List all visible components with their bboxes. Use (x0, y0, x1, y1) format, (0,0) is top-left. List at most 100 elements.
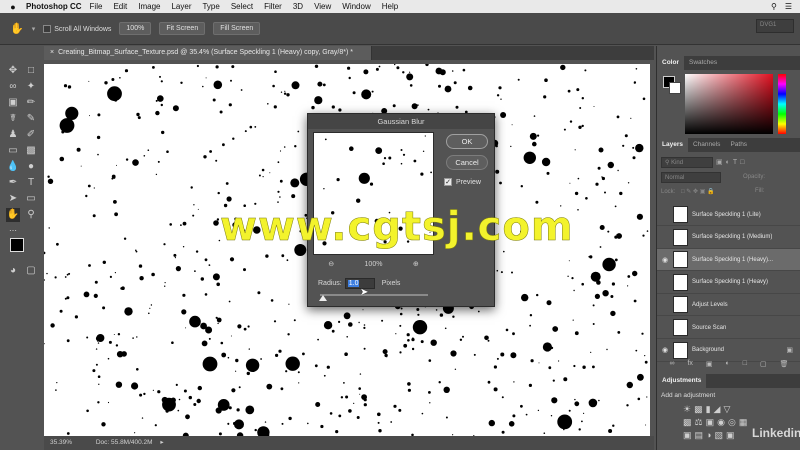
menu-view[interactable]: View (314, 2, 331, 11)
new-group-icon[interactable]: □ (743, 360, 747, 370)
menu-edit[interactable]: Edit (113, 2, 127, 11)
layer-row[interactable]: Source Scan (657, 317, 800, 339)
link-layers-icon[interactable]: ∞ (669, 360, 674, 370)
zoom-in-icon[interactable]: ⊕ (413, 260, 419, 268)
healing-brush-icon[interactable]: ☤ (6, 112, 20, 126)
menu-layer[interactable]: Layer (171, 2, 191, 11)
lock-icons[interactable]: □ ✎ ✥ ▣ 🔒 (681, 189, 715, 195)
invert-icon[interactable]: ▣ (683, 430, 695, 440)
workspace-selector[interactable]: DVG1 (756, 19, 794, 33)
layer-row[interactable]: Surface Speckling 1 (Medium) (657, 227, 800, 249)
status-arrow-icon[interactable]: ▸ (160, 439, 163, 446)
preview-option[interactable]: ✓ Preview (444, 178, 481, 186)
menu-file[interactable]: File (90, 2, 103, 11)
add-mask-icon[interactable]: ▣ (706, 360, 713, 370)
channel-mixer-icon[interactable]: ◎ (728, 417, 739, 427)
adjust-filter-icon[interactable]: ◐ (726, 159, 730, 166)
fit-screen-button[interactable]: Fit Screen (159, 22, 206, 35)
move-tool-icon[interactable]: ✥ (6, 64, 20, 78)
path-selection-icon[interactable]: ➤ (6, 192, 20, 206)
filter-kind-select[interactable]: ⚲ Kind (661, 156, 713, 168)
selective-color-icon[interactable]: ▣ (726, 430, 738, 440)
tab-swatches[interactable]: Swatches (684, 56, 722, 70)
eyedropper-tool-icon[interactable]: ✏ (24, 96, 38, 110)
quick-mask-icon[interactable]: ◕ (6, 264, 20, 278)
quick-select-tool-icon[interactable]: ✦ (24, 80, 38, 94)
dodge-tool-icon[interactable]: ● (24, 160, 38, 174)
lasso-tool-icon[interactable]: ∞ (6, 80, 20, 94)
layer-row[interactable]: Surface Speckling 1 (Lite) (657, 204, 800, 226)
tab-paths[interactable]: Paths (725, 138, 752, 152)
gradient-map-icon[interactable]: ▧ (714, 430, 726, 440)
pixel-filter-icon[interactable]: ▣ (716, 158, 723, 166)
gradient-tool-icon[interactable]: ▩ (24, 144, 38, 158)
zoom-out-icon[interactable]: ⊖ (328, 260, 334, 268)
list-icon[interactable]: ☰ (785, 2, 792, 11)
curves-icon[interactable]: ▮ (706, 404, 714, 414)
ok-button[interactable]: OK (446, 134, 488, 149)
levels-icon[interactable]: ▩ (694, 404, 706, 414)
scroll-all-windows-checkbox[interactable] (43, 24, 52, 33)
type-filter-icon[interactable]: T (733, 159, 737, 166)
tool-preset-chevron-icon[interactable]: ▾ (32, 25, 36, 33)
search-icon[interactable]: ⚲ (771, 2, 777, 11)
brush-tool-icon[interactable]: ✎ (24, 112, 38, 126)
background-swatch-small[interactable] (669, 82, 681, 94)
menu-window[interactable]: Window (342, 2, 370, 11)
radius-slider-thumb[interactable] (319, 295, 327, 301)
menu-image[interactable]: Image (138, 2, 160, 11)
history-brush-icon[interactable]: ✐ (24, 128, 38, 142)
eraser-tool-icon[interactable]: ▭ (6, 144, 20, 158)
color-lookup-icon[interactable]: ▦ (739, 417, 751, 427)
tab-channels[interactable]: Channels (688, 138, 725, 152)
close-tab-icon[interactable]: × (50, 49, 54, 56)
layer-row[interactable]: Adjust Levels (657, 294, 800, 317)
visibility-eye-icon[interactable]: ◉ (657, 256, 673, 264)
fill-screen-button[interactable]: Fill Screen (213, 22, 261, 35)
layer-row[interactable]: ◉ Surface Speckling 1 (Heavy)... (657, 249, 800, 272)
layer-row[interactable]: ◉ Background ▣ (657, 340, 800, 362)
hand-tool-icon[interactable]: ✋ (6, 208, 20, 222)
color-picker-field[interactable] (685, 74, 773, 134)
marquee-tool-icon[interactable]: □ (24, 64, 38, 78)
apple-icon[interactable]: ● (6, 2, 20, 12)
more-tools-icon[interactable]: ⋯ (6, 224, 20, 238)
crop-tool-icon[interactable]: ▣ (6, 96, 20, 110)
black-white-icon[interactable]: ▣ (706, 417, 718, 427)
exposure-icon[interactable]: ◢ (714, 404, 724, 414)
cancel-button[interactable]: Cancel (446, 155, 488, 170)
photo-filter-icon[interactable]: ◉ (717, 417, 728, 427)
menu-3d[interactable]: 3D (293, 2, 303, 11)
hue-saturation-icon[interactable]: ▩ (683, 417, 695, 427)
scroll-all-windows-option[interactable]: Scroll All Windows (43, 24, 111, 33)
menu-filter[interactable]: Filter (264, 2, 282, 11)
shape-tool-icon[interactable]: ▭ (24, 192, 38, 206)
preview-checkbox[interactable]: ✓ (444, 178, 452, 186)
app-menu[interactable]: Photoshop CC (26, 2, 82, 11)
pen-tool-icon[interactable]: ✒ (6, 176, 20, 190)
new-layer-icon[interactable]: ▢ (760, 360, 767, 370)
layer-row[interactable]: Surface Speckling 1 (Heavy) (657, 272, 800, 294)
foreground-color-swatch[interactable] (10, 238, 24, 252)
zoom-tool-icon[interactable]: ⚲ (24, 208, 38, 222)
tab-layers[interactable]: Layers (657, 138, 688, 152)
fx-icon[interactable]: fx (687, 360, 692, 370)
visibility-eye-icon[interactable]: ◉ (657, 346, 673, 354)
color-balance-icon[interactable]: ⚖ (695, 417, 706, 427)
type-tool-icon[interactable]: T (24, 176, 38, 190)
blur-tool-icon[interactable]: 💧 (6, 160, 20, 174)
new-adjustment-icon[interactable]: ◐ (726, 360, 730, 370)
document-tab[interactable]: × Creating_Bitmap_Surface_Texture.psd @ 3… (44, 46, 372, 60)
blend-mode-select[interactable]: Normal (661, 172, 721, 183)
vibrance-icon[interactable]: ▽ (723, 404, 733, 414)
screen-mode-icon[interactable]: ▢ (24, 264, 38, 278)
menu-help[interactable]: Help (382, 2, 398, 11)
radius-slider-track[interactable] (320, 294, 428, 296)
shape-filter-icon[interactable]: □ (740, 159, 744, 166)
hue-slider[interactable] (778, 74, 786, 134)
tab-color[interactable]: Color (657, 56, 684, 70)
clone-stamp-icon[interactable]: ♟ (6, 128, 20, 142)
zoom-level[interactable]: 35.39% (50, 439, 72, 446)
delete-layer-icon[interactable]: 🗑 (780, 360, 789, 370)
menu-type[interactable]: Type (202, 2, 219, 11)
